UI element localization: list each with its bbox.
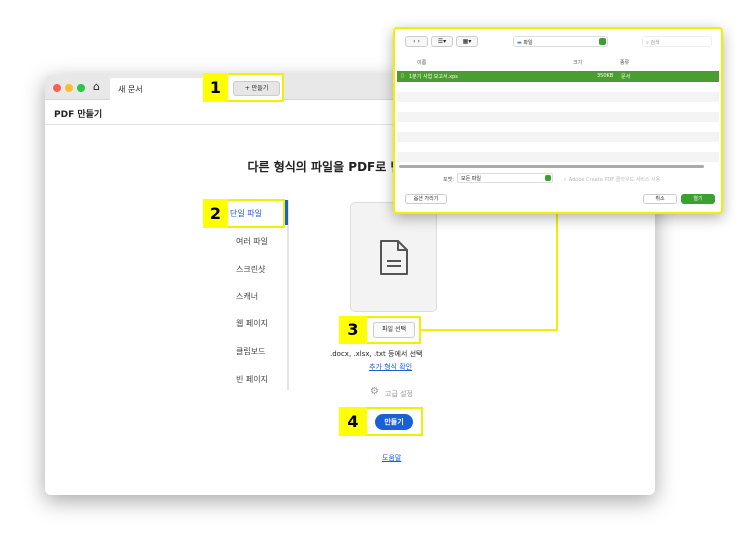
sidebar-item-multiple-files[interactable]: 여러 파일 <box>236 236 268 247</box>
close-window-button[interactable] <box>53 84 61 92</box>
hide-options-button[interactable]: 옵션 가리기 <box>405 194 447 204</box>
chevron-updown-icon <box>599 38 606 45</box>
column-size[interactable]: 크기 <box>573 59 582 66</box>
sidebar-item-screenshot[interactable]: 스크린샷 <box>236 264 265 275</box>
help-link[interactable]: 도움말 <box>382 453 401 463</box>
file-icon: ▯ <box>401 73 404 79</box>
callout-2-label: 2 <box>203 199 228 228</box>
sidebar-divider <box>287 200 289 390</box>
search-placeholder: 검색 <box>650 40 660 46</box>
callout-1-label: 1 <box>203 73 228 102</box>
formats-hint: .docx, .xlsx, .txt 등에서 선택 <box>330 350 423 358</box>
home-icon[interactable]: ⌂ <box>93 80 100 93</box>
more-formats-link[interactable]: 추가 형식 확인 <box>369 362 412 372</box>
grid-view-button[interactable]: ▦▾ <box>456 36 478 47</box>
back-forward-buttons[interactable]: ‹ › <box>405 36 428 47</box>
minimize-window-button[interactable] <box>65 84 73 92</box>
tab-label: 새 문서 <box>118 85 143 94</box>
list-view-button[interactable]: ☰▾ <box>431 36 453 47</box>
zoom-window-button[interactable] <box>77 84 85 92</box>
create-button[interactable]: 만들기 <box>375 414 413 430</box>
empty-row <box>397 112 719 122</box>
empty-row <box>397 152 719 162</box>
advanced-settings[interactable]: 고급 설정 <box>385 389 413 399</box>
column-kind[interactable]: 종류 <box>620 59 629 66</box>
chevron-updown-icon <box>545 175 551 181</box>
file-name: 1분기 사업 보고서.xps <box>409 74 458 80</box>
callout-3-label: 3 <box>339 316 367 344</box>
document-icon <box>380 240 408 275</box>
column-name[interactable]: 이름 <box>417 59 426 66</box>
cancel-button[interactable]: 취소 <box>643 194 677 204</box>
file-size: 350KB <box>597 73 614 79</box>
file-kind: 문서 <box>621 74 631 80</box>
cloud-service-label: Adobe Create PDF 클라우드 서비스 사용 <box>568 177 661 183</box>
horizontal-scrollbar[interactable] <box>399 165 704 168</box>
sidebar-item-blank-page[interactable]: 빈 페이지 <box>236 374 268 385</box>
file-row[interactable]: ▯ 1분기 사업 보고서.xps 350KB 문서 <box>397 71 719 82</box>
callout-4-label: 4 <box>339 407 367 436</box>
gear-icon: ⚙ <box>370 386 379 397</box>
search-input[interactable]: ⌕ 검색 <box>642 36 712 47</box>
active-indicator <box>285 200 288 225</box>
format-value: 모든 파일 <box>461 176 481 182</box>
new-create-button[interactable]: + 만들기 <box>233 81 280 96</box>
connector-line-vertical <box>556 212 558 331</box>
empty-row <box>397 132 719 142</box>
empty-row <box>397 92 719 102</box>
select-file-button[interactable]: 파일 선택 <box>373 322 415 338</box>
cloud-service-checkbox[interactable]: ✓ Adobe Create PDF 클라우드 서비스 사용 <box>563 176 660 183</box>
format-label: 포맷: <box>443 177 454 183</box>
format-select[interactable]: 모든 파일 <box>457 173 553 183</box>
connector-line <box>420 329 558 331</box>
sidebar-item-scanner[interactable]: 스캐너 <box>236 291 258 302</box>
file-drop-area[interactable] <box>350 202 437 312</box>
open-file-dialog: ‹ › ☰▾ ▦▾ ▬ 파일 ⌕ 검색 이름 크기 종류 ▯ 1분기 사업 보고… <box>393 27 723 214</box>
folder-select[interactable]: ▬ 파일 <box>513 36 608 47</box>
sidebar-item-web-page[interactable]: 웹 페이지 <box>236 318 268 329</box>
folder-name: 파일 <box>523 40 533 46</box>
open-button[interactable]: 열기 <box>681 194 715 204</box>
folder-icon: ▬ <box>517 40 522 46</box>
sidebar-item-clipboard[interactable]: 클립보드 <box>236 346 265 357</box>
